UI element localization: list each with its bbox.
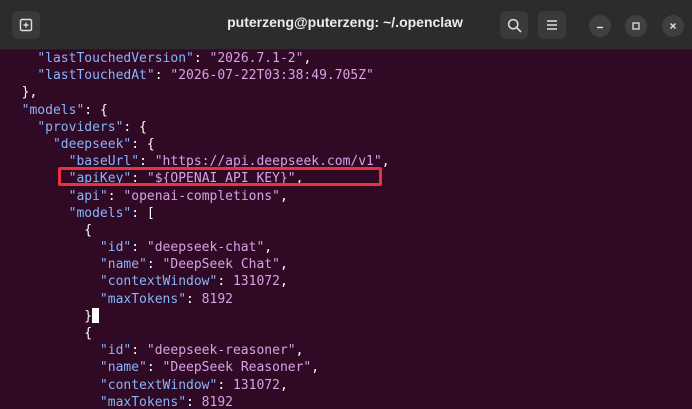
terminal-line: "maxTokens": 8192 — [99, 291, 233, 307]
terminal-line: "contextWindow": 131072, — [99, 377, 288, 393]
maximize-button[interactable] — [625, 15, 647, 37]
terminal-line: "baseUrl": "https://api.deepseek.com/v1"… — [68, 154, 390, 170]
terminal-line: "models": { — [21, 102, 108, 118]
terminal-line: "name": "DeepSeek Chat", — [99, 257, 288, 273]
new-tab-button[interactable] — [12, 11, 40, 39]
maximize-icon — [632, 22, 640, 30]
hamburger-menu-icon — [547, 20, 557, 30]
terminal-line: "lastTouchedAt": "2026-07-22T03:38:49.70… — [37, 68, 374, 84]
terminal-line: "lastTouchedVersion": "2026.7.1-2", — [37, 51, 312, 66]
search-icon — [507, 18, 521, 32]
terminal-line: "id": "deepseek-chat", — [99, 240, 273, 256]
terminal-line: "id": "deepseek-reasoner", — [99, 343, 304, 359]
title-bar: puterzeng@puterzeng: ~/.openclaw — [0, 0, 692, 50]
new-tab-icon — [19, 18, 33, 32]
terminal-line: "contextWindow": 131072, — [99, 274, 288, 290]
terminal-window: puterzeng@puterzeng: ~/.openclaw "lastTo… — [0, 0, 692, 409]
minimize-icon — [597, 26, 603, 29]
close-icon — [670, 23, 676, 29]
window-title: puterzeng@puterzeng: ~/.openclaw — [227, 14, 463, 30]
menu-button[interactable] — [538, 11, 566, 39]
terminal-line: "deepseek": { — [52, 136, 155, 152]
search-button[interactable] — [500, 11, 528, 39]
terminal-line: }, — [6, 85, 38, 101]
terminal-output[interactable]: "lastTouchedVersion": "2026.7.1-2", "las… — [0, 50, 692, 409]
terminal-line: "models": [ — [68, 205, 155, 221]
close-button[interactable] — [662, 15, 684, 37]
terminal-line-api-key: "apiKey": "${OPENAI_API_KEY}", — [68, 171, 304, 187]
terminal-line: } — [6, 307, 692, 325]
terminal-line: "providers": { — [37, 119, 147, 135]
terminal-line: { — [6, 222, 93, 238]
terminal-line: "name": "DeepSeek Reasoner", — [99, 360, 320, 376]
terminal-line: "api": "openai-completions", — [68, 188, 288, 204]
minimize-button[interactable] — [589, 15, 611, 37]
text-cursor — [92, 307, 100, 323]
terminal-line: { — [6, 326, 93, 341]
terminal-line: "maxTokens": 8192 — [99, 394, 233, 409]
